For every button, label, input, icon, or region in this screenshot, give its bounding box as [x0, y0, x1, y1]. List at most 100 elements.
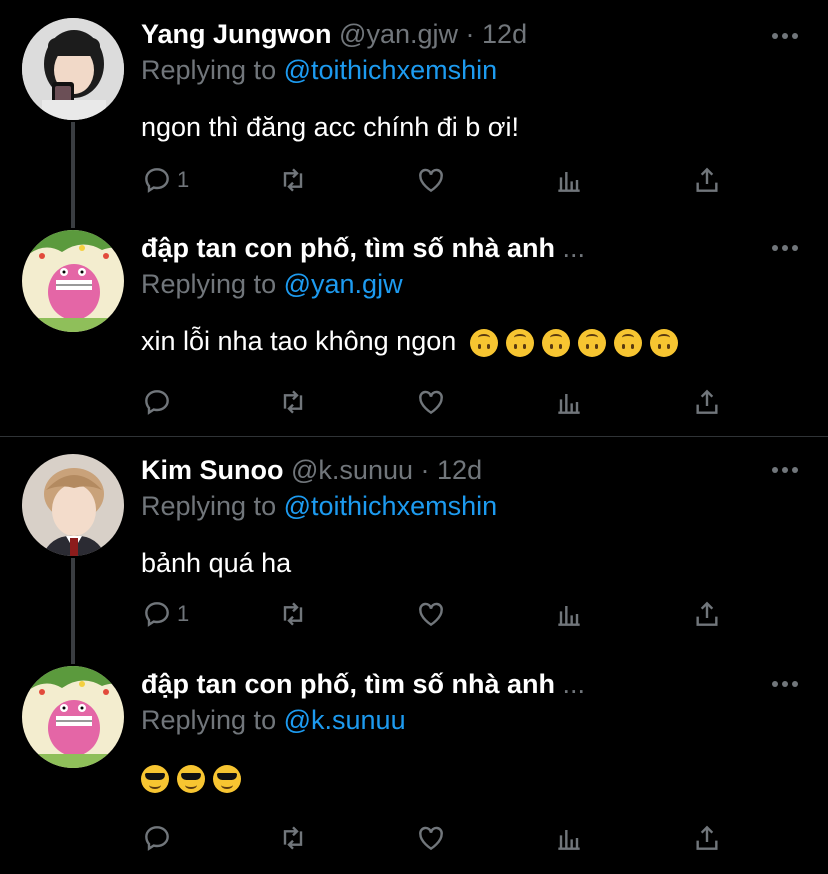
reply-icon	[145, 168, 169, 193]
reply-button[interactable]: 1	[141, 160, 189, 200]
like-button[interactable]	[415, 594, 447, 634]
like-button[interactable]	[415, 818, 447, 858]
tweet-body: xin lỗi nha tao không ngon	[141, 321, 798, 361]
retweet-icon	[283, 390, 303, 414]
display-name[interactable]: đập tan con phố, tìm số nhà anh	[141, 669, 555, 699]
upside-down-face-emoji	[613, 328, 642, 357]
separator-dot: ·	[465, 19, 475, 49]
tweet-header: đập tan con phố, tìm số nhà anh ...	[141, 228, 798, 268]
reply-button[interactable]	[141, 382, 177, 422]
reply-icon	[145, 602, 169, 627]
heart-icon	[419, 826, 443, 851]
display-name[interactable]: Kim Sunoo	[141, 455, 284, 485]
upside-down-face-emoji	[577, 328, 606, 357]
upside-down-face-emoji	[649, 328, 678, 357]
tweet[interactable]: đập tan con phố, tìm số nhà anh ... Repl…	[0, 664, 828, 874]
analytics-icon	[558, 830, 580, 850]
heart-icon	[419, 168, 443, 193]
truncation-ellipsis: ...	[562, 669, 586, 699]
analytics-icon	[558, 606, 580, 626]
retweet-button[interactable]	[277, 818, 309, 858]
tweet-header: Kim Sunoo @k.sunuu · 12d	[141, 450, 798, 490]
avatar[interactable]	[22, 18, 124, 120]
retweet-button[interactable]	[277, 594, 309, 634]
avatar[interactable]	[22, 666, 124, 768]
share-button[interactable]	[691, 818, 723, 858]
tweet-header: đập tan con phố, tìm số nhà anh ...	[141, 664, 798, 704]
truncation-ellipsis: ...	[562, 233, 586, 263]
mention-link[interactable]: @toithichxemshin	[284, 55, 498, 85]
more-options-icon[interactable]	[772, 33, 798, 41]
reply-button[interactable]: 1	[141, 594, 189, 634]
tweet[interactable]: Kim Sunoo @k.sunuu · 12d Replying to @to…	[0, 437, 828, 664]
avatar[interactable]	[22, 230, 124, 332]
retweet-icon	[283, 826, 303, 850]
timestamp[interactable]: 12d	[482, 19, 527, 49]
mention-link[interactable]: @yan.gjw	[284, 269, 403, 299]
timestamp[interactable]: 12d	[437, 455, 482, 485]
display-name[interactable]: Yang Jungwon	[141, 19, 332, 49]
replying-prefix: Replying to	[141, 269, 277, 299]
like-button[interactable]	[415, 160, 447, 200]
reply-icon	[145, 390, 169, 415]
analytics-button[interactable]	[553, 594, 585, 634]
upside-down-face-emoji	[469, 328, 498, 357]
sunglasses-face-emoji	[141, 764, 169, 793]
tweet[interactable]: Yang Jungwon @yan.gjw · 12d Replying to …	[0, 0, 828, 228]
like-button[interactable]	[415, 382, 447, 422]
share-icon	[696, 167, 718, 192]
separator-dot: ·	[420, 455, 430, 485]
action-bar: 1	[141, 160, 731, 200]
mention-link[interactable]: @toithichxemshin	[284, 491, 498, 521]
sunglasses-face-emoji	[213, 764, 241, 793]
reply-icon	[145, 826, 169, 851]
share-icon	[696, 825, 718, 850]
user-handle[interactable]: @k.sunuu	[291, 455, 413, 485]
action-bar	[141, 382, 731, 422]
replying-prefix: Replying to	[141, 55, 277, 85]
action-bar: 1	[141, 594, 731, 634]
more-options-icon[interactable]	[772, 467, 798, 475]
reply-count: 1	[177, 601, 190, 626]
share-icon	[696, 601, 718, 626]
heart-icon	[419, 602, 443, 627]
tweet[interactable]: đập tan con phố, tìm số nhà anh ... Repl…	[0, 228, 828, 436]
analytics-button[interactable]	[553, 818, 585, 858]
tweet-text: xin lỗi nha tao không ngon	[141, 326, 457, 356]
display-name[interactable]: đập tan con phố, tìm số nhà anh	[141, 233, 555, 263]
upside-down-face-emoji	[541, 328, 570, 357]
sunglasses-face-emoji	[177, 764, 205, 793]
replying-to: Replying to @toithichxemshin	[141, 487, 798, 525]
analytics-icon	[558, 172, 580, 192]
share-button[interactable]	[691, 160, 723, 200]
share-button[interactable]	[691, 382, 723, 422]
reply-count: 1	[177, 167, 190, 192]
share-icon	[696, 389, 718, 414]
tweet-body	[141, 757, 798, 797]
retweet-icon	[283, 602, 303, 626]
replying-prefix: Replying to	[141, 491, 277, 521]
replying-to: Replying to @toithichxemshin	[141, 51, 798, 89]
upside-down-face-emoji	[505, 328, 534, 357]
reply-button[interactable]	[141, 818, 177, 858]
user-handle[interactable]: @yan.gjw	[339, 19, 458, 49]
retweet-button[interactable]	[277, 382, 309, 422]
tweet-text: bảnh quá ha	[141, 548, 292, 578]
action-bar	[141, 818, 731, 858]
analytics-icon	[558, 394, 580, 414]
replying-to: Replying to @yan.gjw	[141, 265, 798, 303]
share-button[interactable]	[691, 594, 723, 634]
retweet-button[interactable]	[277, 160, 309, 200]
tweet-header: Yang Jungwon @yan.gjw · 12d	[141, 14, 798, 54]
analytics-button[interactable]	[553, 382, 585, 422]
more-options-icon[interactable]	[772, 245, 798, 253]
heart-icon	[419, 390, 443, 415]
mention-link[interactable]: @k.sunuu	[284, 705, 406, 735]
more-options-icon[interactable]	[772, 681, 798, 689]
avatar[interactable]	[22, 454, 124, 556]
retweet-icon	[283, 168, 303, 192]
analytics-button[interactable]	[553, 160, 585, 200]
replying-prefix: Replying to	[141, 705, 277, 735]
tweet-text: ngon thì đăng acc chính đi b ơi!	[141, 112, 519, 142]
replying-to: Replying to @k.sunuu	[141, 701, 798, 739]
